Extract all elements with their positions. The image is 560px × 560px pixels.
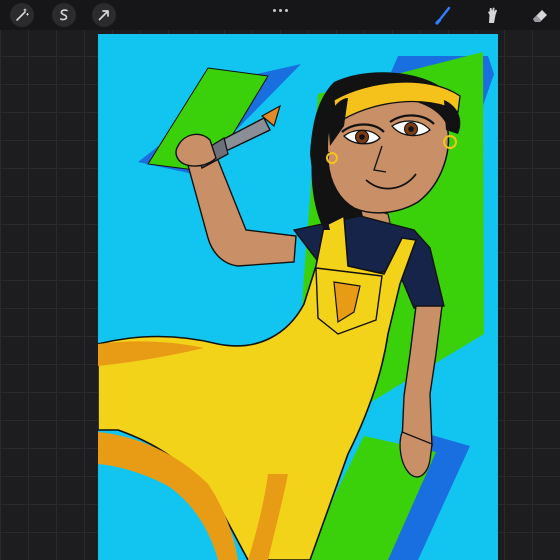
smudge-tool-button[interactable]	[480, 4, 504, 26]
selection-icon	[60, 9, 68, 21]
transform-arrow-icon	[98, 10, 109, 21]
smudge-icon	[488, 7, 497, 23]
brush-icon	[435, 6, 451, 25]
more-dot	[272, 8, 276, 12]
more-options-button[interactable]	[270, 5, 290, 15]
more-dot	[284, 8, 288, 12]
drawing-canvas[interactable]	[98, 34, 498, 560]
top-toolbar	[0, 0, 560, 30]
eraser-icon	[533, 10, 547, 22]
eraser-tool-button[interactable]	[528, 4, 552, 26]
adjustments-wand-icon	[16, 8, 29, 21]
adjustments-button[interactable]	[10, 3, 34, 27]
more-dot	[278, 8, 282, 12]
selection-button[interactable]	[52, 3, 76, 27]
transform-button[interactable]	[92, 3, 116, 27]
brush-tool-button[interactable]	[432, 4, 456, 26]
artwork	[98, 52, 494, 560]
